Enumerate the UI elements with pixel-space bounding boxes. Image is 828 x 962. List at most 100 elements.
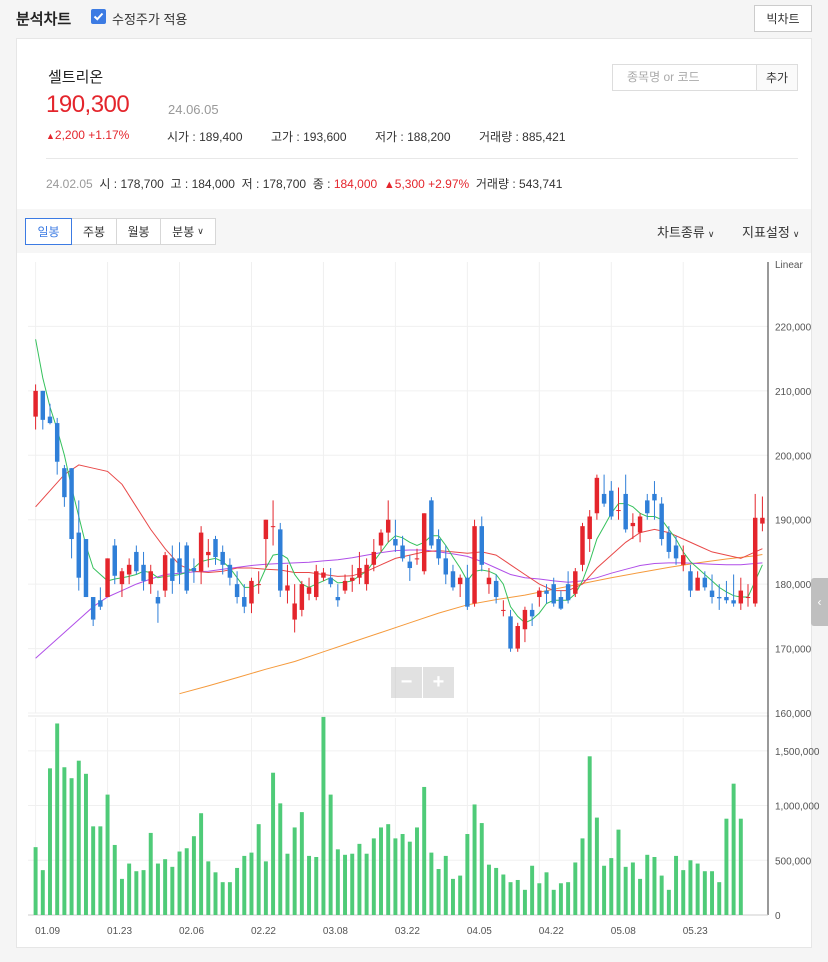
candle-body (342, 580, 348, 591)
zoom-out-button[interactable]: − (391, 667, 422, 698)
volume-bar (717, 882, 722, 915)
volume-bar (537, 883, 542, 915)
volume-bar (623, 866, 628, 915)
volume-bar (112, 844, 117, 915)
candle-body (371, 551, 377, 565)
candle-body (141, 564, 146, 581)
candle-body (378, 532, 384, 546)
volume-bar (738, 818, 743, 915)
candle-body (508, 616, 513, 649)
candle-body (134, 551, 139, 572)
volume-bar (127, 863, 132, 915)
volume-bar (501, 874, 506, 915)
x-tick-label: 05.08 (611, 926, 636, 937)
candle-body (170, 558, 175, 581)
volume-bar (400, 834, 405, 915)
candle-body (659, 503, 664, 540)
volume-bar (379, 827, 383, 915)
volume-bar (544, 872, 549, 915)
candle-body (198, 532, 204, 572)
volume-bar (33, 847, 38, 915)
volume-bar (48, 768, 52, 915)
tab-daily[interactable]: 일봉 (25, 218, 72, 245)
candle-body (457, 577, 463, 585)
volume-bar (494, 867, 499, 915)
candle-body (414, 558, 420, 560)
zoom-controls: − + (391, 667, 454, 698)
candle-body (40, 390, 46, 420)
volume-bar (530, 865, 535, 915)
side-panel-toggle[interactable]: ‹ (811, 578, 828, 626)
candle-body (278, 529, 283, 591)
volume-bar (422, 786, 427, 915)
candle-body (349, 577, 355, 581)
candle-body (98, 600, 103, 607)
x-tick-label: 04.05 (467, 926, 492, 937)
candle-body (83, 539, 89, 598)
scale-label: Linear (775, 260, 803, 271)
volume-bar (645, 854, 650, 915)
volume-bar (55, 723, 60, 915)
volume-bar (335, 849, 340, 915)
volume-bar (199, 813, 204, 915)
candle-body (745, 597, 751, 599)
price-tick-label: 200,000 (775, 451, 812, 462)
volume-bar (299, 812, 304, 915)
candle-body (681, 555, 686, 565)
candle-body (616, 510, 621, 512)
candle-body (285, 585, 290, 591)
volume-bar (465, 834, 470, 915)
candle-body (587, 516, 592, 540)
candle-body (601, 493, 607, 504)
volume-bar (242, 855, 247, 915)
volume-bar (184, 848, 189, 915)
volume-bar (206, 861, 211, 915)
x-tick-label: 01.23 (107, 926, 132, 937)
candle-body (54, 423, 60, 462)
volume-bar (76, 760, 81, 915)
volume-bar (616, 829, 621, 915)
volume-bar (141, 870, 146, 915)
candle-body (105, 558, 110, 598)
x-tick-label: 03.08 (323, 926, 348, 937)
volume-bar (573, 862, 578, 915)
candle-body (695, 577, 700, 591)
volume-bar (602, 865, 607, 915)
volume-bar (522, 889, 527, 915)
volume-bar (609, 858, 614, 915)
candle-body (69, 468, 74, 540)
volume-tick-label: 1,000,000 (775, 802, 820, 813)
candle-body (709, 590, 715, 598)
candle-body (501, 609, 506, 611)
volume-bar (98, 826, 103, 915)
volume-tick-label: 0 (775, 911, 781, 922)
volume-bar (249, 852, 254, 915)
volume-bar (681, 870, 686, 915)
volume-bar (566, 882, 571, 915)
candle-body (62, 468, 67, 498)
x-tick-label: 02.22 (251, 926, 276, 937)
volume-bar (170, 866, 175, 915)
price-volume-chart[interactable]: Linear 160,000 170,000 180,000 190,000 200,00… (0, 0, 828, 962)
volume-bar (479, 823, 484, 915)
volume-bar (551, 889, 556, 915)
volume-bar (83, 773, 88, 915)
candle-body (299, 584, 305, 610)
candle-body (90, 597, 96, 620)
candle-body (702, 577, 708, 588)
volume-bar (458, 875, 463, 915)
candle-body (234, 584, 240, 598)
candle-body (314, 571, 319, 598)
candle-body (177, 558, 182, 573)
zoom-in-button[interactable]: + (423, 667, 454, 698)
candle-body (162, 555, 168, 591)
volume-bar (213, 872, 218, 915)
candle-body (731, 600, 736, 604)
volume-bar (350, 853, 355, 915)
candle-body (450, 571, 456, 588)
candle-body (565, 584, 571, 601)
price-tick-label: 160,000 (775, 709, 812, 720)
candle-body (515, 626, 520, 649)
volume-bar (710, 871, 715, 915)
volume-bar (393, 838, 398, 915)
